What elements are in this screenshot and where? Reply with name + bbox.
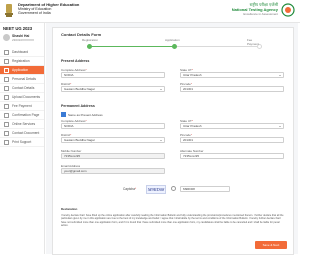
menu-item-icon xyxy=(4,139,9,145)
sidebar-item-contact-document[interactable]: Contact Document xyxy=(0,129,44,138)
sidebar: NEET UG 2023 Shashi Hai 230310XXXXXX Das… xyxy=(0,23,45,254)
main-area: Contact Details Form Registration Applic… xyxy=(46,23,298,255)
progress-stepper: Registration Application Fee Payment xyxy=(82,38,262,52)
step-label-application: Application xyxy=(165,38,180,42)
menu-item-icon xyxy=(4,49,9,55)
declaration-text: I hereby declare that I have filled up t… xyxy=(61,214,284,228)
sidebar-item-label: Registration xyxy=(12,59,30,63)
menu-item-icon xyxy=(4,67,9,73)
sidebar-nav: Dashboard Registration Application Personal… xyxy=(0,48,44,147)
sidebar-item-personal-details[interactable]: Personal Details xyxy=(0,75,44,84)
nta-tagline: Excellence in Assessment xyxy=(243,12,278,17)
sidebar-item-label: Dashboard xyxy=(12,50,29,54)
refresh-captcha-icon[interactable] xyxy=(171,186,176,191)
present-address-heading: Present Address xyxy=(61,59,90,63)
step-dot-application xyxy=(172,44,177,49)
email-input: your@gmail.com xyxy=(61,168,165,174)
menu-item-icon xyxy=(4,85,9,91)
exam-title: NEET UG 2023 xyxy=(3,26,33,31)
sidebar-item-label: Contact Details xyxy=(12,86,35,90)
declaration-heading: Declaration xyxy=(61,207,78,211)
sidebar-item-label: Print Support xyxy=(12,140,32,144)
header-bar: Department of Higher Education Ministry … xyxy=(0,0,300,23)
form-title: Contact Details Form xyxy=(61,32,102,37)
present-address-input[interactable]: NOIDA xyxy=(61,72,165,78)
nta-title: राष्ट्रीय परीक्षा एजेंसी National Testin… xyxy=(232,2,278,17)
sidebar-item-online-services[interactable]: Online Services xyxy=(0,120,44,129)
present-state-select[interactable]: Uttar Pradesh xyxy=(180,72,284,78)
sidebar-item-label: Application xyxy=(12,68,29,72)
present-district-select[interactable]: Gautam Buddha Nagar xyxy=(61,86,165,92)
same-as-present-label: Same as Present Address xyxy=(68,112,103,117)
menu-item-icon xyxy=(4,103,9,109)
permanent-district-select[interactable]: Gautam Buddha Nagar xyxy=(61,137,165,143)
contact-form-card: Contact Details Form Registration Applic… xyxy=(52,27,294,255)
sidebar-item-label: Confirmation Page xyxy=(12,113,40,117)
sidebar-item-label: Online Services xyxy=(12,122,36,126)
menu-item-icon xyxy=(4,121,9,127)
candidate-id: 230310XXXXXX xyxy=(12,38,35,42)
emblem-icon xyxy=(5,4,13,17)
nta-logo-icon xyxy=(281,3,295,17)
save-next-button[interactable]: Save & Next xyxy=(255,241,287,249)
permanent-address-input[interactable]: NOIDA xyxy=(61,123,165,129)
permanent-address-heading: Permanent Address xyxy=(61,104,95,108)
sidebar-item-label: Personal Details xyxy=(12,77,37,81)
menu-item-icon xyxy=(4,94,9,100)
menu-item-icon xyxy=(4,58,9,64)
sidebar-item-confirmation-page[interactable]: Confirmation Page xyxy=(0,111,44,120)
sidebar-item-upload-documents[interactable]: Upload Documents xyxy=(0,93,44,102)
sidebar-item-label: Contact Document xyxy=(12,131,40,135)
step-label-registration: Registration xyxy=(82,38,99,42)
sidebar-item-print-support[interactable]: Print Support xyxy=(0,138,44,147)
sidebar-item-label: Upload Documents xyxy=(12,95,41,99)
captcha-input[interactable]: M9RD08 xyxy=(180,186,230,192)
sidebar-item-contact-details[interactable]: Contact Details xyxy=(0,84,44,93)
avatar xyxy=(3,34,10,41)
step-label-fee-payment: Fee Payment xyxy=(247,38,259,46)
captcha-image: M9RD08 xyxy=(146,185,166,194)
sidebar-item-dashboard[interactable]: Dashboard xyxy=(0,48,44,57)
menu-item-icon xyxy=(4,112,9,118)
save-next-label: Save & Next xyxy=(262,243,280,247)
menu-item-icon xyxy=(4,76,9,82)
sidebar-item-application[interactable]: Application xyxy=(0,66,44,75)
sidebar-item-fee-payment[interactable]: Fee Payment xyxy=(0,102,44,111)
department-title: Department of Higher Education Ministry … xyxy=(18,2,79,16)
alt-mobile-input[interactable]: 7235xxxx95 xyxy=(180,153,284,159)
mobile-input: 7235xxxx95 xyxy=(61,153,165,159)
step-dot-registration xyxy=(87,44,92,49)
same-as-present-checkbox[interactable] xyxy=(61,112,66,117)
same-as-present-row[interactable]: Same as Present Address xyxy=(61,112,103,117)
captcha-label: Captcha* xyxy=(123,187,137,191)
permanent-state-select[interactable]: Uttar Pradesh xyxy=(180,123,284,129)
step-track-done xyxy=(87,46,175,47)
dept-line-3: Government of India xyxy=(18,11,51,16)
sidebar-item-registration[interactable]: Registration xyxy=(0,57,44,66)
sidebar-item-label: Fee Payment xyxy=(12,104,32,108)
menu-item-icon xyxy=(4,130,9,136)
present-pincode-input[interactable]: 201301 xyxy=(180,86,284,92)
permanent-pincode-input[interactable]: 201301 xyxy=(180,137,284,143)
